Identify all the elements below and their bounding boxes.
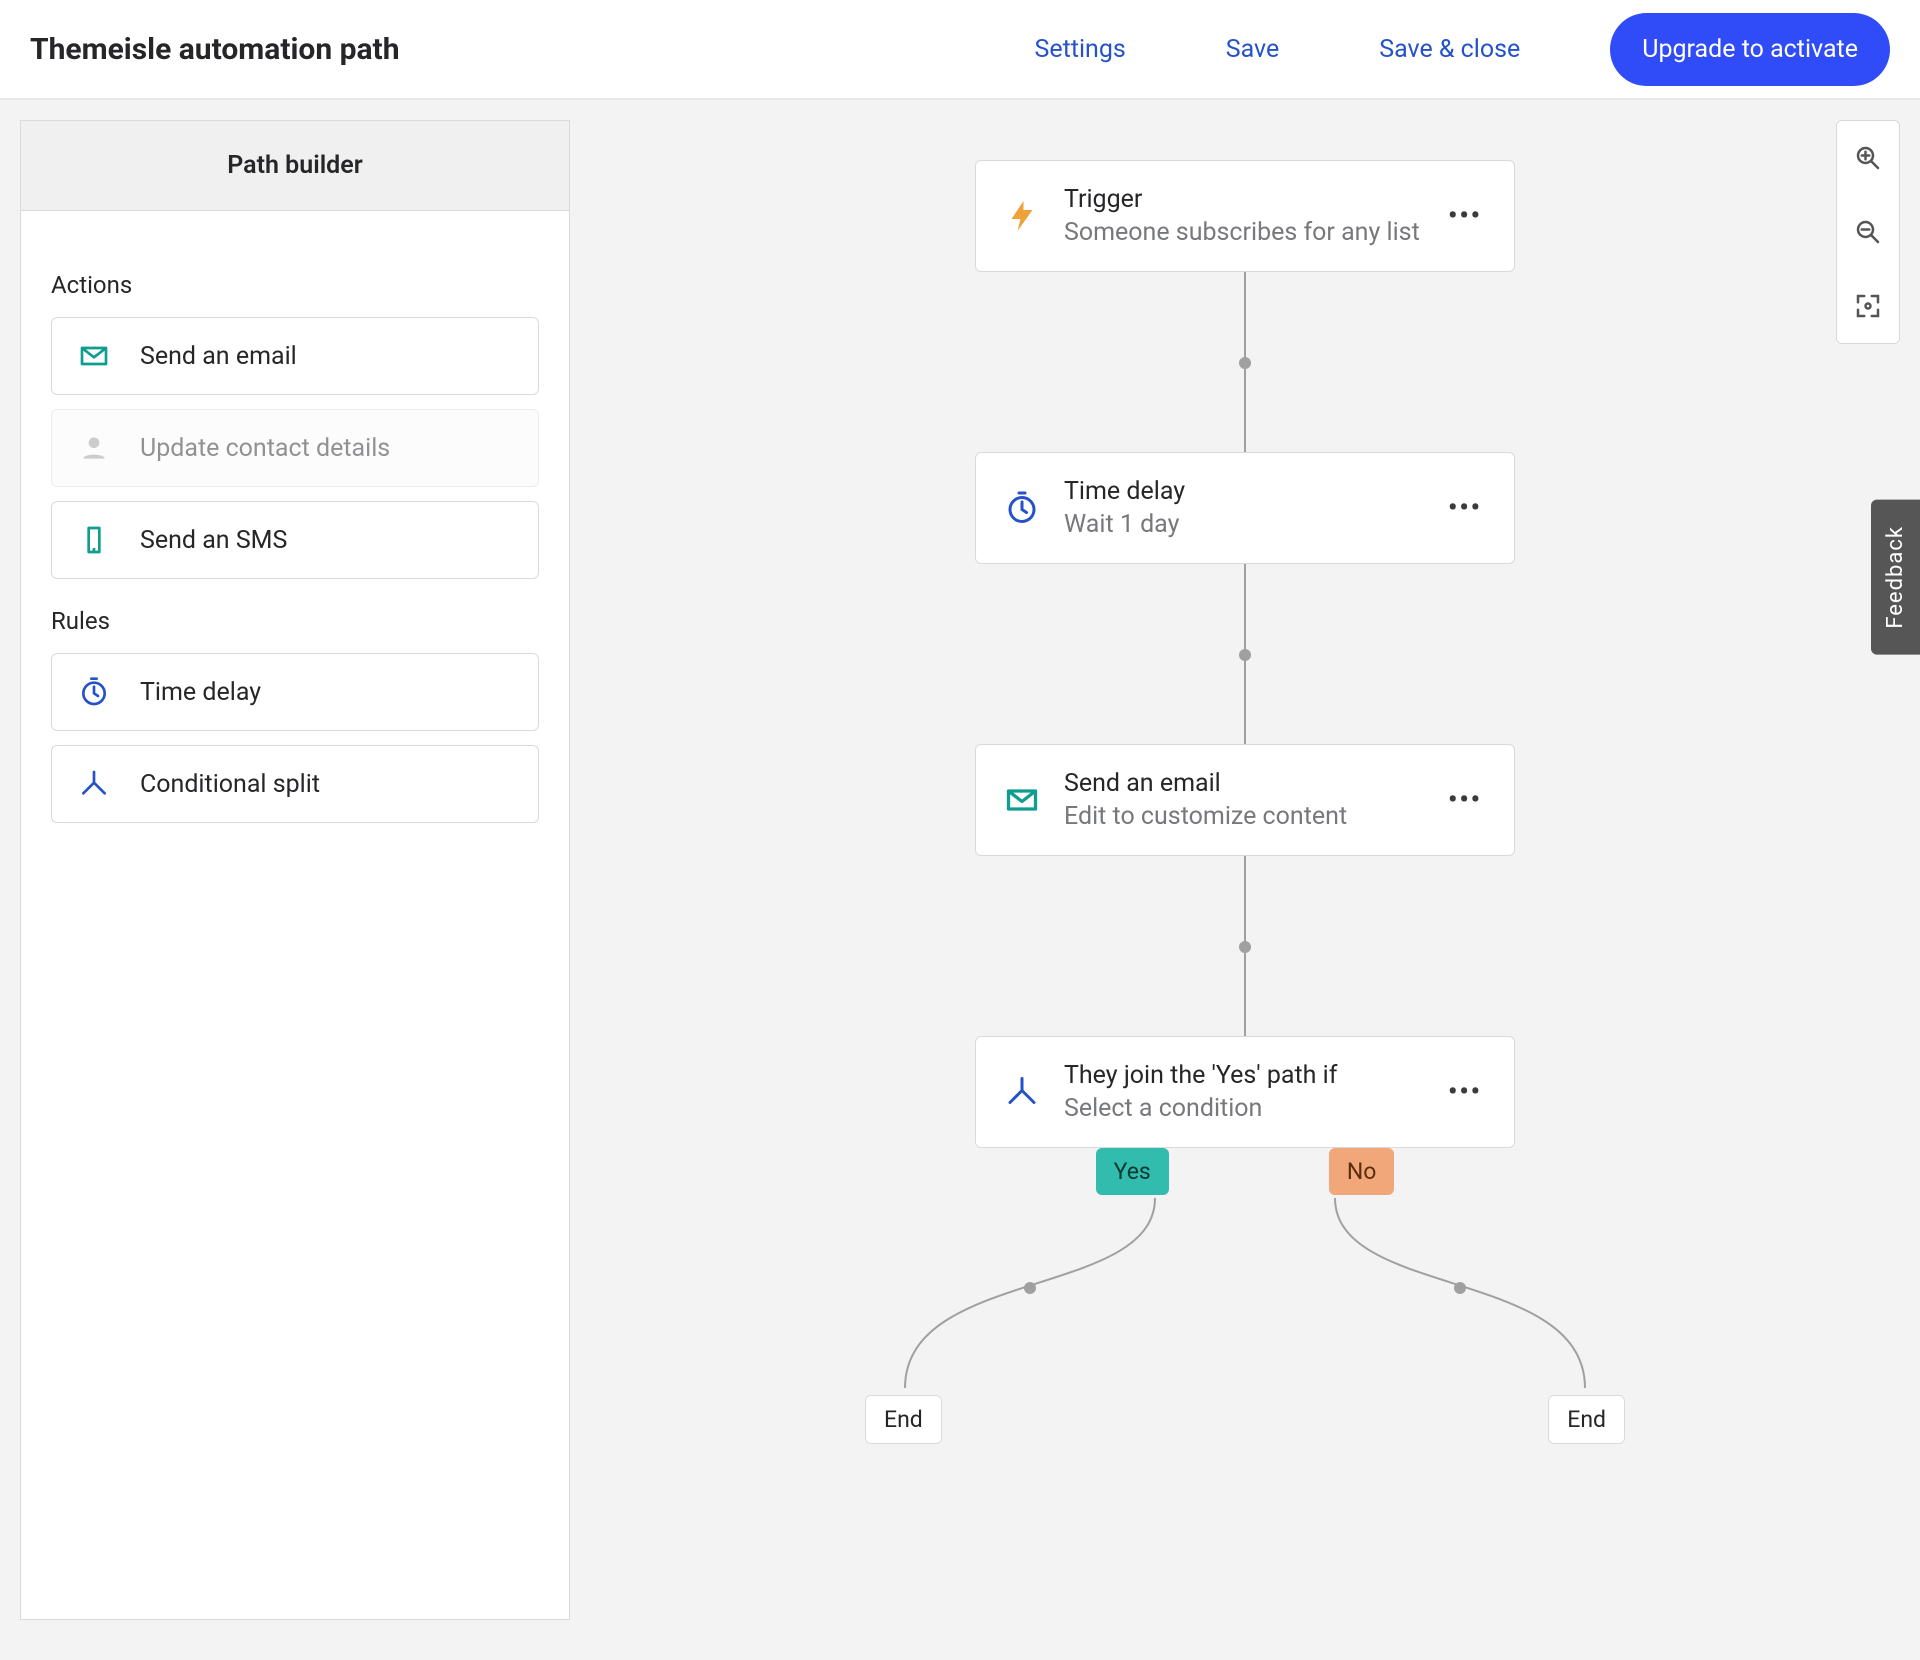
node-trigger[interactable]: Trigger Someone subscribes for any list … — [975, 160, 1515, 272]
node-time-delay[interactable]: Time delay Wait 1 day ••• — [975, 452, 1515, 564]
node-subtitle: Someone subscribes for any list — [1064, 218, 1420, 247]
action-send-sms[interactable]: Send an SMS — [51, 501, 539, 579]
rule-label: Time delay — [140, 678, 261, 707]
person-icon — [78, 432, 110, 464]
rule-time-delay[interactable]: Time delay — [51, 653, 539, 731]
branch-yes-end[interactable]: End — [865, 1395, 942, 1444]
split-icon — [78, 768, 110, 800]
settings-link[interactable]: Settings — [1009, 25, 1150, 74]
stopwatch-icon — [78, 676, 110, 708]
action-label: Update contact details — [140, 434, 390, 463]
page-title: Themeisle automation path — [30, 32, 400, 67]
mail-icon — [1004, 782, 1040, 818]
rule-label: Conditional split — [140, 770, 320, 799]
header: Themeisle automation path Settings Save … — [0, 0, 1920, 100]
more-icon[interactable]: ••• — [1444, 504, 1486, 512]
branch-no-badge[interactable]: No — [1329, 1148, 1395, 1195]
zoom-panel — [1836, 120, 1900, 344]
feedback-tab[interactable]: Feedback — [1871, 500, 1920, 655]
node-subtitle: Wait 1 day — [1064, 510, 1420, 539]
zoom-out-button[interactable] — [1837, 195, 1899, 269]
node-conditional-split[interactable]: They join the 'Yes' path if Select a con… — [975, 1036, 1515, 1148]
more-icon[interactable]: ••• — [1444, 212, 1486, 220]
node-title: They join the 'Yes' path if — [1064, 1061, 1420, 1090]
save-link[interactable]: Save — [1201, 25, 1304, 74]
more-icon[interactable]: ••• — [1444, 1088, 1486, 1096]
flow-canvas[interactable]: Trigger Someone subscribes for any list … — [570, 100, 1920, 1504]
actions-group-label: Actions — [51, 271, 539, 299]
zoom-in-button[interactable] — [1837, 121, 1899, 195]
path-builder-sidebar: Path builder Actions Send an email Updat… — [20, 120, 570, 1620]
action-send-email[interactable]: Send an email — [51, 317, 539, 395]
node-title: Send an email — [1064, 769, 1420, 798]
action-update-contact: Update contact details — [51, 409, 539, 487]
split-icon — [1004, 1074, 1040, 1110]
split-branches: Yes No End End — [865, 1148, 1625, 1444]
save-close-link[interactable]: Save & close — [1354, 25, 1545, 74]
action-label: Send an email — [140, 342, 297, 371]
node-subtitle: Select a condition — [1064, 1094, 1420, 1123]
node-send-email[interactable]: Send an email Edit to customize content … — [975, 744, 1515, 856]
bolt-icon — [1004, 198, 1040, 234]
smartphone-icon — [78, 524, 110, 556]
node-title: Time delay — [1064, 477, 1420, 506]
rules-group-label: Rules — [51, 607, 539, 635]
stopwatch-icon — [1004, 490, 1040, 526]
node-title: Trigger — [1064, 185, 1420, 214]
mail-icon — [78, 340, 110, 372]
upgrade-button[interactable]: Upgrade to activate — [1610, 13, 1890, 86]
rule-conditional-split[interactable]: Conditional split — [51, 745, 539, 823]
node-subtitle: Edit to customize content — [1064, 802, 1420, 831]
action-label: Send an SMS — [140, 526, 287, 555]
branch-no-end[interactable]: End — [1548, 1395, 1625, 1444]
workspace: Path builder Actions Send an email Updat… — [0, 100, 1920, 1660]
fit-view-button[interactable] — [1837, 269, 1899, 343]
more-icon[interactable]: ••• — [1444, 796, 1486, 804]
sidebar-title: Path builder — [21, 121, 569, 211]
branch-yes-badge[interactable]: Yes — [1096, 1148, 1169, 1195]
